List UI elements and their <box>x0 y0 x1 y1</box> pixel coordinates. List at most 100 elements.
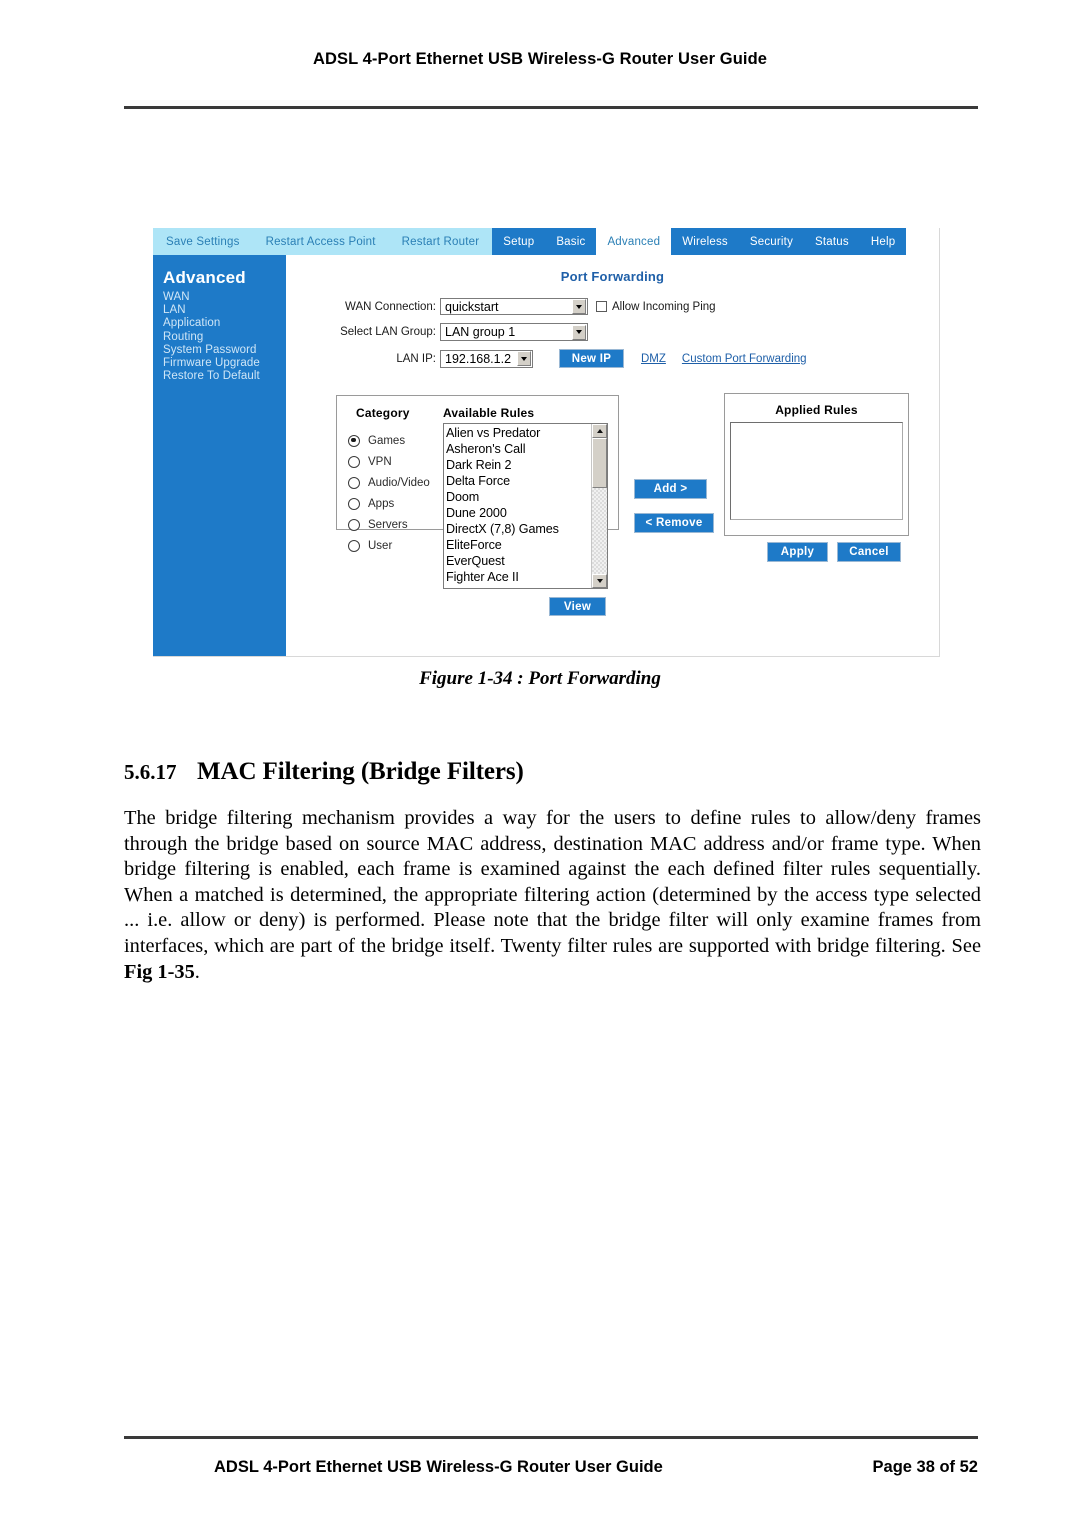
tab-security[interactable]: Security <box>738 228 805 255</box>
wan-connection-value: quickstart <box>445 299 499 314</box>
radio-icon[interactable] <box>348 434 360 447</box>
lan-group-label: Select LAN Group: <box>340 326 436 338</box>
router-navbar: Save Settings Restart Access Point Resta… <box>153 228 939 255</box>
applied-rules-listbox[interactable] <box>730 422 903 520</box>
category-label: Servers <box>368 518 408 531</box>
list-item[interactable]: Dune 2000 <box>446 505 591 521</box>
lan-ip-select[interactable]: 192.168.1.2 <box>440 349 533 368</box>
applied-rules-panel: Applied Rules <box>724 393 909 536</box>
navbar-actions: Save Settings Restart Access Point Resta… <box>153 228 493 255</box>
lan-group-value: LAN group 1 <box>445 325 516 339</box>
navbar-tabs: Setup Basic Advanced Wireless Security S… <box>492 228 907 255</box>
radio-icon[interactable] <box>348 518 360 531</box>
chevron-down-icon[interactable] <box>572 299 586 314</box>
dmz-link[interactable]: DMZ <box>641 353 666 365</box>
applied-rules-header: Applied Rules <box>775 403 858 417</box>
category-option-user[interactable]: User <box>348 535 430 556</box>
footer-page-number: Page 38 of 52 <box>872 1458 978 1476</box>
body-paragraph: The bridge filtering mechanism provides … <box>124 806 981 985</box>
allow-incoming-ping-label: Allow Incoming Ping <box>612 300 716 313</box>
sidebar-item-routing[interactable]: Routing <box>163 331 286 344</box>
available-rules-panel: Category Available Rules Games VPN Audio… <box>336 395 619 616</box>
view-button[interactable]: View <box>549 597 606 616</box>
scroll-down-icon[interactable] <box>592 574 607 588</box>
figure-port-forwarding: Save Settings Restart Access Point Resta… <box>153 228 940 657</box>
wan-connection-label: WAN Connection: <box>345 300 436 313</box>
nav-restart-router[interactable]: Restart Router <box>389 236 493 248</box>
category-header: Category <box>356 406 410 420</box>
apply-button[interactable]: Apply <box>767 542 828 562</box>
running-foot: ADSL 4-Port Ethernet USB Wireless-G Rout… <box>124 1458 978 1477</box>
list-item[interactable]: EliteForce <box>446 537 591 553</box>
section-heading: 5.6.17 MAC Filtering (Bridge Filters) <box>124 758 978 786</box>
lan-ip-label: LAN IP: <box>396 352 436 365</box>
tab-basic[interactable]: Basic <box>545 228 597 255</box>
category-label: Apps <box>368 497 395 510</box>
scrollbar-track[interactable] <box>592 488 607 574</box>
list-item[interactable]: Fighter Ace II <box>446 569 591 585</box>
list-item[interactable]: EverQuest <box>446 553 591 569</box>
nav-restart-access-point[interactable]: Restart Access Point <box>253 236 389 248</box>
sidebar-item-application[interactable]: Application <box>163 317 286 330</box>
router-admin-screenshot: Save Settings Restart Access Point Resta… <box>153 228 940 657</box>
add-button[interactable]: Add > <box>634 479 707 499</box>
wan-connection-select[interactable]: quickstart <box>440 298 588 315</box>
category-option-servers[interactable]: Servers <box>348 514 430 535</box>
list-item[interactable]: Alien vs Predator <box>446 425 591 441</box>
allow-incoming-ping-checkbox[interactable] <box>596 301 607 312</box>
list-item[interactable]: Asheron's Call <box>446 441 591 457</box>
header-divider <box>124 106 978 109</box>
tab-setup[interactable]: Setup <box>492 228 546 255</box>
router-sidebar: Advanced WAN LAN Application Routing Sys… <box>153 255 286 656</box>
router-body: Advanced WAN LAN Application Routing Sys… <box>153 255 939 656</box>
lan-group-select[interactable]: LAN group 1 <box>440 323 588 341</box>
available-rules-scrollbar[interactable] <box>591 424 607 588</box>
new-ip-button[interactable]: New IP <box>559 349 624 368</box>
page-title: Port Forwarding <box>560 269 665 284</box>
list-item[interactable]: Dark Rein 2 <box>446 457 591 473</box>
sidebar-item-system-password[interactable]: System Password <box>163 344 286 357</box>
chevron-down-icon[interactable] <box>517 351 531 366</box>
available-rules-header: Available Rules <box>443 406 535 420</box>
category-label: VPN <box>368 455 392 468</box>
section-title: MAC Filtering (Bridge Filters) <box>197 758 524 785</box>
list-item[interactable]: Doom <box>446 489 591 505</box>
figure-reference: Fig 1-35 <box>124 960 195 983</box>
radio-icon[interactable] <box>348 455 360 468</box>
document-page: ADSL 4-Port Ethernet USB Wireless-G Rout… <box>0 0 1080 1528</box>
sidebar-item-firmware-upgrade[interactable]: Firmware Upgrade <box>163 357 286 370</box>
figure-caption: Figure 1-34 : Port Forwarding <box>419 668 661 689</box>
cancel-button[interactable]: Cancel <box>837 542 901 562</box>
lan-ip-value: 192.168.1.2 <box>445 351 512 366</box>
available-rules-listbox[interactable]: Alien vs Predator Asheron's Call Dark Re… <box>443 423 608 589</box>
sidebar-item-restore-to-default[interactable]: Restore To Default <box>163 370 286 383</box>
list-item[interactable]: Delta Force <box>446 473 591 489</box>
category-label: Games <box>368 434 406 447</box>
lan-ip-row: LAN IP: 192.168.1.2 New IP DMZ Custom Po… <box>321 349 807 368</box>
list-item[interactable]: DirectX (7,8) Games <box>446 521 591 537</box>
scroll-up-icon[interactable] <box>592 424 607 438</box>
category-option-vpn[interactable]: VPN <box>348 451 430 472</box>
section-number: 5.6.17 <box>124 760 177 784</box>
sidebar-item-wan[interactable]: WAN <box>163 291 286 304</box>
radio-icon[interactable] <box>348 476 360 489</box>
lan-group-row: Select LAN Group: LAN group 1 <box>321 323 588 341</box>
custom-port-forwarding-link[interactable]: Custom Port Forwarding <box>682 353 807 365</box>
radio-icon[interactable] <box>348 539 360 552</box>
scrollbar-thumb[interactable] <box>592 438 607 488</box>
category-option-audio-video[interactable]: Audio/Video <box>348 472 430 493</box>
radio-icon[interactable] <box>348 497 360 510</box>
sidebar-item-lan[interactable]: LAN <box>163 304 286 317</box>
category-label: Audio/Video <box>368 476 430 489</box>
remove-button[interactable]: < Remove <box>634 513 714 533</box>
tab-help[interactable]: Help <box>859 228 907 255</box>
category-option-apps[interactable]: Apps <box>348 493 430 514</box>
sidebar-title: Advanced <box>163 268 246 287</box>
chevron-down-icon[interactable] <box>572 324 586 340</box>
tab-status[interactable]: Status <box>804 228 860 255</box>
tab-wireless[interactable]: Wireless <box>671 228 739 255</box>
category-option-games[interactable]: Games <box>348 430 430 451</box>
tab-advanced[interactable]: Advanced <box>596 228 672 255</box>
paragraph-text-end: . <box>194 960 200 983</box>
nav-save-settings[interactable]: Save Settings <box>153 236 253 248</box>
